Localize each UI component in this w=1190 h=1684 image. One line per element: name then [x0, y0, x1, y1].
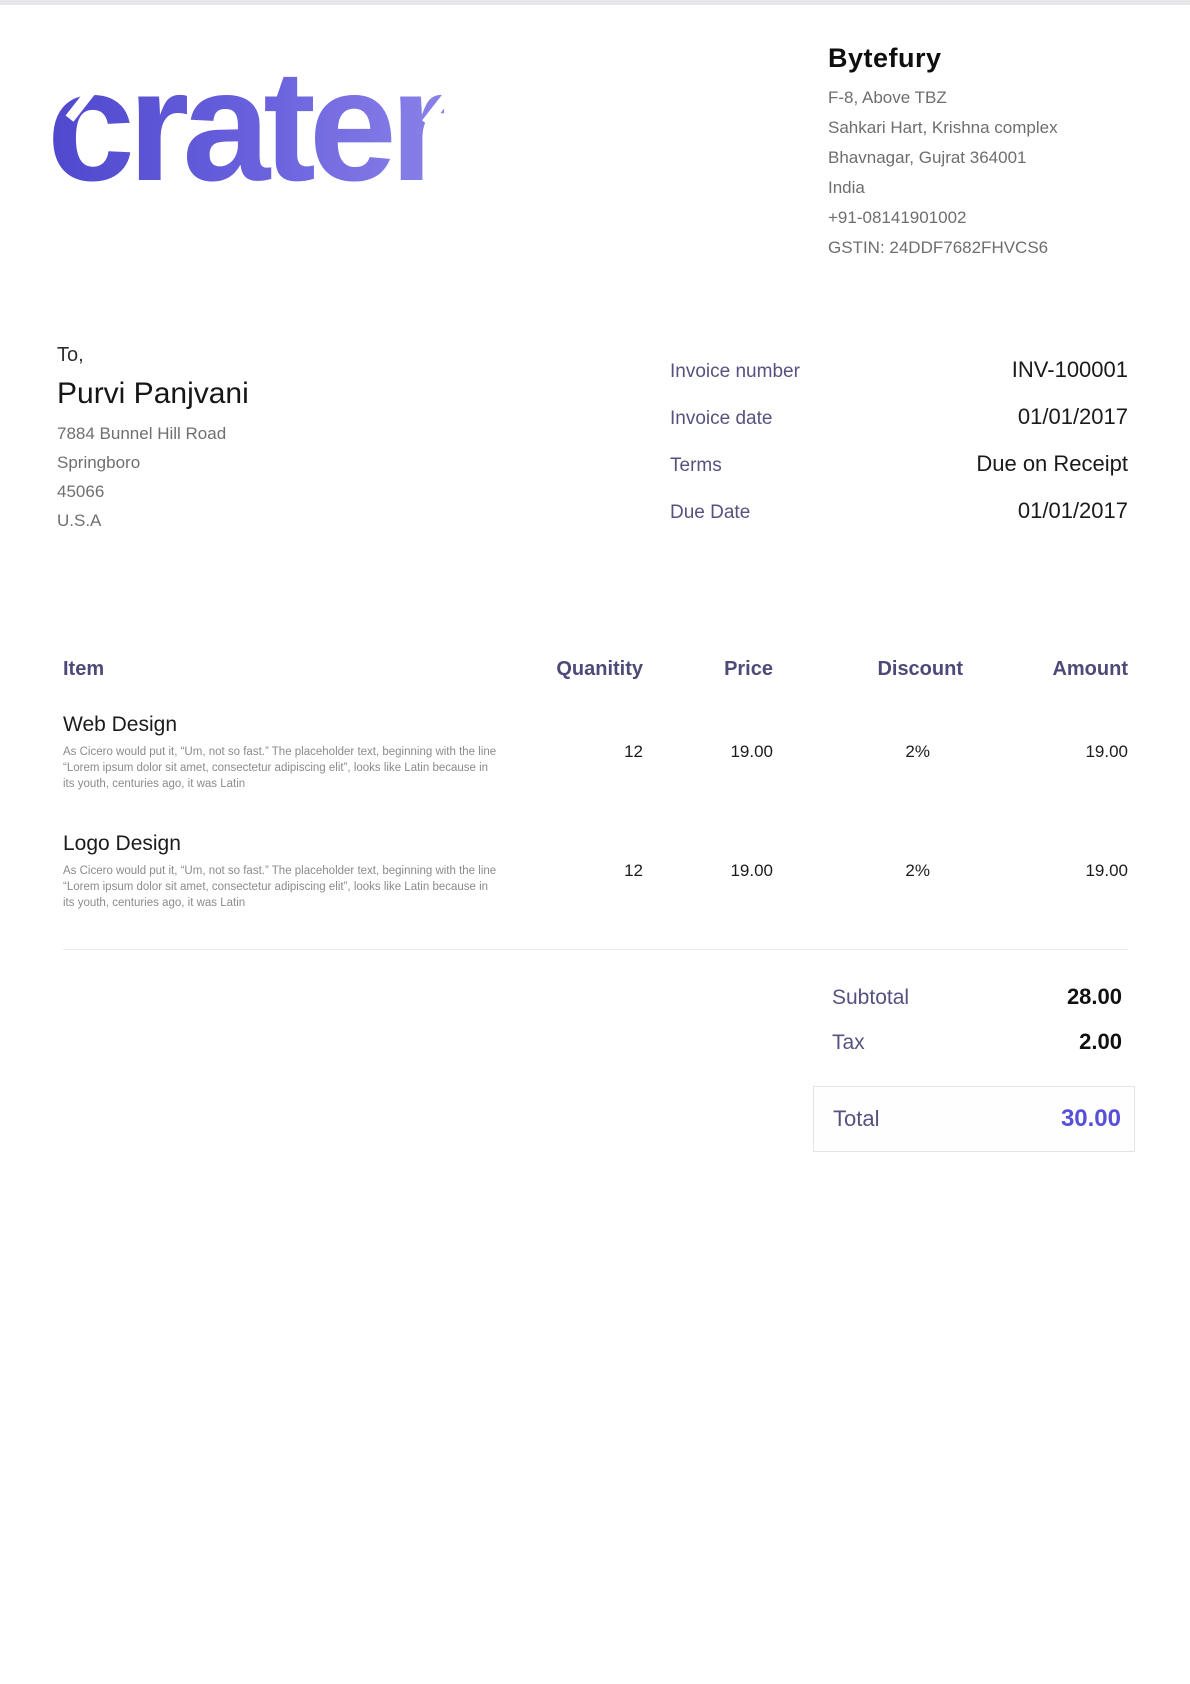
header-amount: Amount — [963, 657, 1128, 681]
item-discount: 2% — [773, 742, 963, 762]
header-item: Item — [63, 657, 508, 681]
total-box: Total 30.00 — [813, 1086, 1135, 1152]
bill-to-address-line: U.S.A — [57, 506, 249, 535]
company-address: F-8, Above TBZ Sahkari Hart, Krishna com… — [828, 83, 1128, 263]
tax-label: Tax — [832, 1028, 865, 1058]
due-date-label: Due Date — [670, 502, 750, 524]
total-value: 30.00 — [1061, 1104, 1121, 1134]
due-date-value: 01/01/2017 — [1018, 498, 1128, 524]
item-amount: 19.00 — [963, 742, 1128, 762]
invoice-date-value: 01/01/2017 — [1018, 404, 1128, 430]
invoice-header: crater Bytefury F-8, Above TBZ Sahkari H… — [0, 5, 1190, 263]
header-price: Price — [643, 657, 773, 681]
company-gstin: GSTIN: 24DDF7682FHVCS6 — [828, 233, 1128, 263]
table-row: Logo Design As Cicero would put it, “Um,… — [63, 830, 1128, 911]
invoice-date-label: Invoice date — [670, 408, 772, 430]
header-quantity: Quanitity — [508, 657, 643, 681]
bill-to-block: To, Purvi Panjvani 7884 Bunnel Hill Road… — [57, 341, 249, 545]
invoice-number-label: Invoice number — [670, 361, 800, 383]
tax-value: 2.00 — [1079, 1027, 1122, 1057]
invoice-number-row: Invoice number INV-100001 — [670, 357, 1128, 404]
company-address-line: F-8, Above TBZ — [828, 83, 1128, 113]
addresses-section: To, Purvi Panjvani 7884 Bunnel Hill Road… — [0, 341, 1190, 545]
crater-logo: crater — [47, 47, 444, 263]
item-quantity: 12 — [508, 742, 643, 762]
invoice-meta-block: Invoice number INV-100001 Invoice date 0… — [670, 357, 1128, 545]
bill-to-address-line: 7884 Bunnel Hill Road — [57, 419, 249, 448]
terms-label: Terms — [670, 455, 722, 477]
company-phone: +91-08141901002 — [828, 203, 1128, 233]
table-bottom-divider — [63, 949, 1128, 950]
item-cell: Logo Design As Cicero would put it, “Um,… — [63, 830, 508, 911]
item-price: 19.00 — [643, 861, 773, 881]
items-table: Item Quanitity Price Discount Amount Web… — [63, 657, 1128, 950]
subtotal-row: Subtotal 28.00 — [813, 982, 1135, 1013]
item-discount: 2% — [773, 861, 963, 881]
total-label: Total — [833, 1104, 879, 1134]
company-address-line: India — [828, 173, 1128, 203]
invoice-date-row: Invoice date 01/01/2017 — [670, 404, 1128, 451]
invoice-number-value: INV-100001 — [1012, 357, 1128, 383]
company-address-line: Bhavnagar, Gujrat 364001 — [828, 143, 1128, 173]
item-cell: Web Design As Cicero would put it, “Um, … — [63, 711, 508, 792]
company-name: Bytefury — [828, 43, 1128, 74]
item-price: 19.00 — [643, 742, 773, 762]
bill-to-address: 7884 Bunnel Hill Road Springboro 45066 U… — [57, 419, 249, 535]
item-name: Web Design — [63, 711, 508, 739]
subtotal-label: Subtotal — [832, 983, 909, 1013]
due-date-row: Due Date 01/01/2017 — [670, 498, 1128, 545]
header-discount: Discount — [773, 657, 963, 681]
bill-to-address-line: Springboro — [57, 448, 249, 477]
bill-to-name: Purvi Panjvani — [57, 375, 249, 413]
item-name: Logo Design — [63, 830, 508, 858]
company-block: Bytefury F-8, Above TBZ Sahkari Hart, Kr… — [828, 41, 1128, 263]
items-table-header: Item Quanitity Price Discount Amount — [63, 657, 1128, 681]
table-row: Web Design As Cicero would put it, “Um, … — [63, 711, 1128, 792]
bill-to-address-line: 45066 — [57, 477, 249, 506]
total-row: Total 30.00 — [814, 1104, 1134, 1134]
crater-logo-text: crater — [47, 38, 444, 214]
item-description: As Cicero would put it, “Um, not so fast… — [63, 863, 500, 911]
item-amount: 19.00 — [963, 861, 1128, 881]
terms-value: Due on Receipt — [976, 451, 1128, 477]
tax-row: Tax 2.00 — [813, 1027, 1135, 1058]
item-description: As Cicero would put it, “Um, not so fast… — [63, 744, 500, 792]
totals-section: Subtotal 28.00 Tax 2.00 Total 30.00 — [813, 982, 1135, 1152]
terms-row: Terms Due on Receipt — [670, 451, 1128, 498]
item-quantity: 12 — [508, 861, 643, 881]
bill-to-prefix: To, — [57, 341, 249, 369]
company-address-line: Sahkari Hart, Krishna complex — [828, 113, 1128, 143]
subtotal-value: 28.00 — [1067, 982, 1122, 1012]
